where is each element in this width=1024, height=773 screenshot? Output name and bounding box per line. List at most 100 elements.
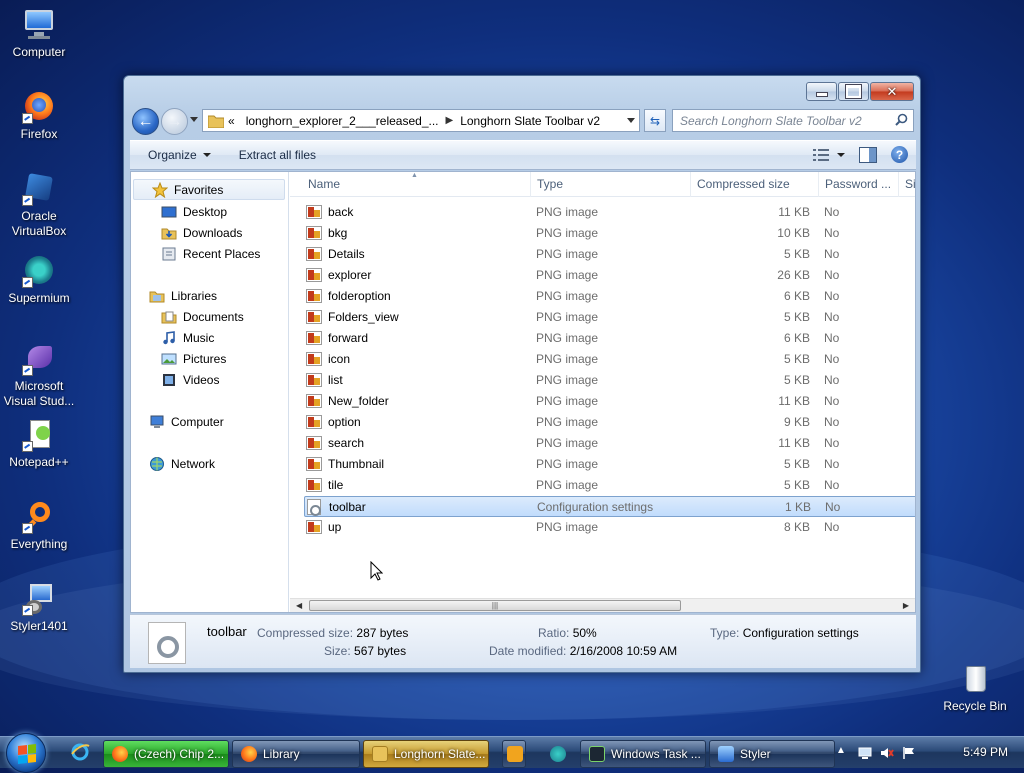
file-row[interactable]: up PNG image 8 KB No xyxy=(304,517,915,538)
desktop-icon-label: Microsoft Visual Stud... xyxy=(3,379,75,408)
address-bar[interactable]: « longhorn_explorer_2___released_... ▶ L… xyxy=(202,109,640,132)
file-compressed-size: 5 KB xyxy=(783,247,810,261)
desktop-icon-recycle-bin[interactable]: Recycle Bin xyxy=(936,662,1014,714)
file-row[interactable]: back PNG image 11 KB No xyxy=(304,202,915,223)
change-view-button[interactable] xyxy=(813,148,845,161)
scroll-right-icon[interactable]: ▶ xyxy=(903,601,909,610)
nav-documents[interactable]: Documents xyxy=(131,306,244,327)
png-image-icon xyxy=(306,289,322,303)
volume-muted-icon[interactable] xyxy=(880,746,894,760)
close-button[interactable]: ✕ xyxy=(870,82,914,101)
breadcrumb-item[interactable]: Longhorn Slate Toolbar v2 xyxy=(453,114,607,128)
nav-label: Favorites xyxy=(174,182,224,197)
scrollbar-thumb[interactable]: ||| xyxy=(309,600,681,611)
desktop-icon-firefox[interactable]: Firefox xyxy=(0,90,78,142)
taskbar-button-explorer[interactable]: Longhorn Slate... xyxy=(363,740,489,768)
search-input[interactable]: Search Longhorn Slate Toolbar v2 xyxy=(672,109,914,132)
nav-computer[interactable]: Computer xyxy=(131,411,224,432)
show-hidden-icons-icon[interactable]: ▲ xyxy=(836,745,850,759)
details-compressed-size: Compressed size: 287 bytes xyxy=(257,626,409,640)
help-icon[interactable]: ? xyxy=(891,146,908,163)
network-status-icon[interactable] xyxy=(858,746,872,760)
breadcrumb-separator-icon[interactable]: ▶ xyxy=(446,115,454,126)
column-header-password[interactable]: Password ... xyxy=(819,172,899,197)
file-compressed-size: 5 KB xyxy=(783,373,810,387)
file-row[interactable]: tile PNG image 5 KB No xyxy=(304,475,915,496)
file-row[interactable]: toolbar Configuration settings 1 KB No xyxy=(304,496,915,517)
file-name: Details xyxy=(328,247,365,261)
organize-button[interactable]: Organize xyxy=(130,148,223,162)
desktop-icon-supermium[interactable]: Supermium xyxy=(0,254,78,306)
horizontal-scrollbar[interactable]: ◀ ||| ▶ xyxy=(290,598,915,612)
taskbar-button-supermium[interactable] xyxy=(545,740,569,768)
recent-pages-dropdown[interactable] xyxy=(190,117,198,122)
png-image-icon xyxy=(306,310,322,324)
preview-pane-icon[interactable] xyxy=(859,146,877,163)
desktop-icon-virtualbox[interactable]: Oracle VirtualBox xyxy=(0,172,78,239)
file-row[interactable]: folderoption PNG image 6 KB No xyxy=(304,286,915,307)
file-row[interactable]: icon PNG image 5 KB No xyxy=(304,349,915,370)
nav-desktop[interactable]: Desktop xyxy=(131,201,227,222)
file-password: No xyxy=(824,226,840,240)
column-header-size[interactable]: Si xyxy=(899,172,915,197)
desktop-icon-everything[interactable]: Everything xyxy=(0,500,78,552)
action-center-flag-icon[interactable] xyxy=(902,746,916,760)
file-row[interactable]: option PNG image 9 KB No xyxy=(304,412,915,433)
file-row[interactable]: search PNG image 11 KB No xyxy=(304,433,915,454)
nav-pictures[interactable]: Pictures xyxy=(131,348,226,369)
supermium-icon xyxy=(550,746,566,762)
back-button[interactable]: ← xyxy=(132,108,159,135)
nav-recent-places[interactable]: Recent Places xyxy=(131,243,260,264)
forward-button[interactable]: → xyxy=(161,108,188,135)
breadcrumb-item[interactable]: longhorn_explorer_2___released_... xyxy=(239,114,446,128)
content-area: Favorites Desktop Downloads Recent Place… xyxy=(130,171,916,613)
file-row[interactable]: bkg PNG image 10 KB No xyxy=(304,223,915,244)
maximize-button[interactable] xyxy=(838,82,869,101)
column-header-compressed-size[interactable]: Compressed size xyxy=(691,172,819,197)
nav-videos[interactable]: Videos xyxy=(131,369,219,390)
file-row[interactable]: Details PNG image 5 KB No xyxy=(304,244,915,265)
nav-favorites[interactable]: Favorites xyxy=(133,179,285,200)
extract-all-button[interactable]: Extract all files xyxy=(223,148,328,162)
nav-downloads[interactable]: Downloads xyxy=(131,222,242,243)
file-row[interactable]: Folders_view PNG image 5 KB No xyxy=(304,307,915,328)
nav-music[interactable]: Music xyxy=(131,327,214,348)
search-icon[interactable] xyxy=(895,113,908,126)
taskbar-button-media[interactable] xyxy=(502,740,526,768)
navigation-bar: ← → « longhorn_explorer_2___released_...… xyxy=(132,106,914,136)
internet-explorer-icon[interactable] xyxy=(70,742,90,762)
desktop-icon-styler[interactable]: Styler1401 xyxy=(0,582,78,634)
file-row[interactable]: forward PNG image 6 KB No xyxy=(304,328,915,349)
file-row[interactable]: explorer PNG image 26 KB No xyxy=(304,265,915,286)
taskbar-button-chip[interactable]: (Czech) Chip 2... xyxy=(103,740,229,768)
taskbar-button-library[interactable]: Library xyxy=(232,740,360,768)
taskbar-button-task-manager[interactable]: Windows Task ... xyxy=(580,740,706,768)
desktop-icon-visual-studio[interactable]: Microsoft Visual Stud... xyxy=(0,342,78,409)
task-manager-icon xyxy=(589,746,605,762)
desktop-icon-notepadpp[interactable]: Notepad++ xyxy=(0,418,78,470)
png-image-icon xyxy=(306,226,322,240)
close-icon: ✕ xyxy=(886,83,898,99)
png-image-icon xyxy=(306,457,322,471)
column-header-type[interactable]: Type xyxy=(531,172,691,197)
organize-label: Organize xyxy=(148,148,197,162)
refresh-button[interactable]: ⇆ xyxy=(644,109,666,132)
address-dropdown-icon[interactable] xyxy=(627,118,635,123)
file-row[interactable]: Thumbnail PNG image 5 KB No xyxy=(304,454,915,475)
png-image-icon xyxy=(306,247,322,261)
file-row[interactable]: list PNG image 5 KB No xyxy=(304,370,915,391)
file-type: PNG image xyxy=(536,331,599,345)
file-row[interactable]: New_folder PNG image 11 KB No xyxy=(304,391,915,412)
desktop-icon-label: Everything xyxy=(10,537,68,551)
taskbar-button-styler[interactable]: Styler xyxy=(709,740,835,768)
nav-libraries[interactable]: Libraries xyxy=(131,285,217,306)
nav-network[interactable]: Network xyxy=(131,453,215,474)
desktop-icon-computer[interactable]: Computer xyxy=(0,8,78,60)
details-type: Type: Configuration settings xyxy=(710,626,859,640)
chevron-down-icon xyxy=(202,153,211,157)
start-button[interactable] xyxy=(6,733,46,773)
breadcrumb-overflow[interactable]: « xyxy=(224,114,239,128)
scroll-left-icon[interactable]: ◀ xyxy=(296,601,302,610)
clock[interactable]: 5:49 PM xyxy=(963,745,1008,759)
minimize-button[interactable] xyxy=(806,82,837,101)
